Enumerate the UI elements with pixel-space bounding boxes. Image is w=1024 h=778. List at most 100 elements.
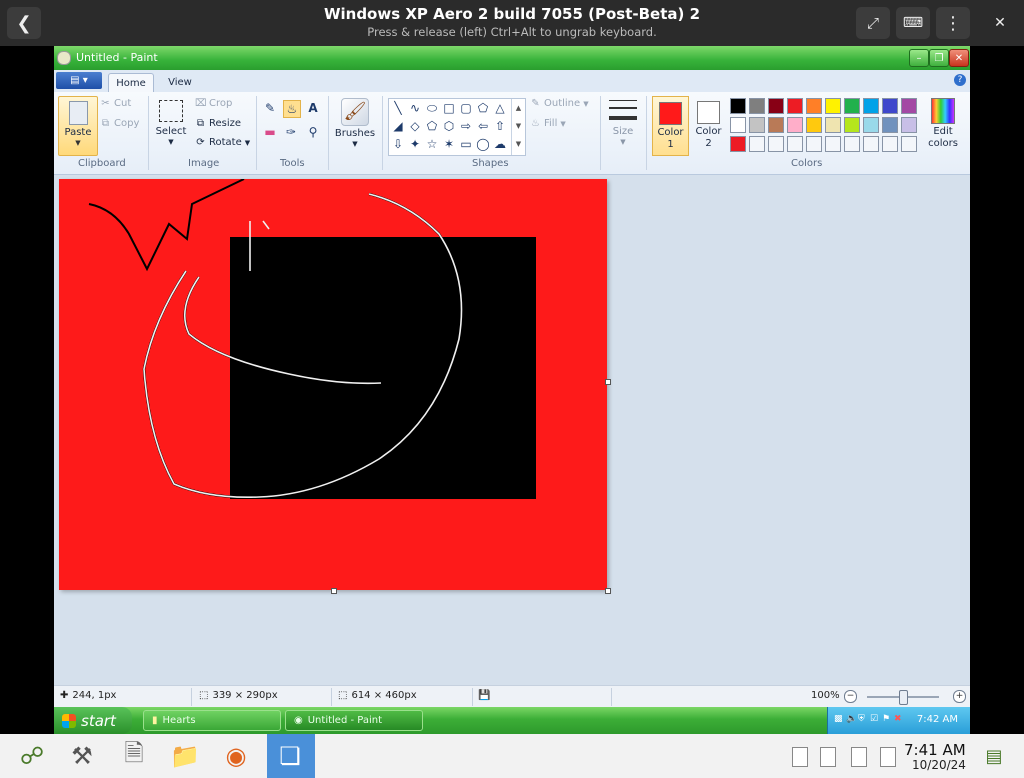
color-picker-icon[interactable]: ✑ [283, 124, 299, 140]
palette-swatch[interactable] [730, 117, 746, 133]
triangle-shape-icon[interactable]: △ [492, 100, 508, 116]
paint-menu-button[interactable]: ▤ ▾ [56, 72, 102, 89]
eraser-icon[interactable]: ▬ [262, 124, 278, 140]
five-point-star-shape-icon[interactable]: ☆ [424, 136, 440, 152]
document-icon[interactable] [820, 747, 836, 767]
shield-icon[interactable]: ⛨ [858, 714, 867, 725]
dock-item-files[interactable]: 📁 [167, 738, 203, 774]
six-point-star-shape-icon[interactable]: ✶ [441, 136, 457, 152]
callout-cloud-shape-icon[interactable]: ☁ [492, 136, 508, 152]
cut-button[interactable]: ✂ Cut [100, 98, 131, 109]
four-point-star-shape-icon[interactable]: ✦ [407, 136, 423, 152]
start-button[interactable]: start [54, 707, 132, 734]
gallery-scroll[interactable]: ▲ ▼ ▼ [511, 99, 525, 155]
tab-home[interactable]: Home [108, 73, 154, 93]
palette-swatch[interactable] [787, 117, 803, 133]
palette-swatch[interactable] [768, 98, 784, 114]
color1-button[interactable]: Color 1 [652, 96, 689, 156]
network-icon[interactable]: ▩ [834, 714, 843, 725]
palette-swatch[interactable] [825, 136, 841, 152]
resize-handle-right[interactable] [605, 379, 611, 385]
document-icon[interactable] [792, 747, 808, 767]
oval-shape-icon[interactable]: ⬭ [424, 100, 440, 116]
security-icon[interactable]: ☑ [870, 714, 879, 725]
resize-handle-bottom[interactable] [331, 588, 337, 594]
dock-item-text-editor[interactable]: 🗎 [116, 738, 152, 774]
edit-colors-button[interactable]: Edit colors [926, 96, 960, 154]
dock-item-boxes[interactable]: ❏ [272, 738, 308, 774]
drawing-canvas[interactable] [59, 179, 607, 590]
palette-swatch[interactable] [844, 136, 860, 152]
keyboard-button[interactable]: ⌨ [896, 7, 930, 39]
zoom-in-icon[interactable]: + [953, 690, 966, 703]
palette-swatch[interactable] [882, 136, 898, 152]
palette-swatch[interactable] [901, 117, 917, 133]
dock-item-settings[interactable]: ⚒ [64, 738, 100, 774]
palette-swatch[interactable] [844, 117, 860, 133]
text-tool-icon[interactable]: A [305, 100, 321, 116]
document-icon[interactable] [880, 747, 896, 767]
palette-swatch[interactable] [825, 117, 841, 133]
palette-swatch[interactable] [806, 117, 822, 133]
up-arrow-shape-icon[interactable]: ⇧ [492, 118, 508, 134]
tray-clock[interactable]: 7:42 AM [917, 714, 958, 725]
dock-item-firefox[interactable]: ◉ [218, 738, 254, 774]
palette-swatch[interactable] [901, 98, 917, 114]
palette-swatch[interactable] [787, 136, 803, 152]
taskbar-item-paint[interactable]: ◉ Untitled - Paint [285, 710, 423, 731]
palette-swatch[interactable] [768, 117, 784, 133]
maximize-button[interactable]: ❐ [929, 49, 949, 67]
paint-app-icon[interactable] [57, 51, 71, 65]
hexagon-shape-icon[interactable]: ⬡ [441, 118, 457, 134]
diamond-shape-icon[interactable]: ◇ [407, 118, 423, 134]
magnifier-icon[interactable]: ⚲ [305, 124, 321, 140]
minimize-button[interactable]: – [909, 49, 929, 67]
palette-swatch[interactable] [863, 98, 879, 114]
rectangle-shape-icon[interactable]: □ [441, 100, 457, 116]
close-button[interactable]: ✕ [983, 7, 1017, 39]
resize-button[interactable]: ⧉ Resize [195, 118, 241, 129]
dock-item-tray[interactable]: ▤ [976, 738, 1012, 774]
fill-bucket-icon[interactable]: ♨ [283, 100, 301, 118]
palette-swatch[interactable] [882, 98, 898, 114]
palette-swatch[interactable] [749, 117, 765, 133]
right-triangle-shape-icon[interactable]: ◢ [390, 118, 406, 134]
right-arrow-shape-icon[interactable]: ⇨ [458, 118, 474, 134]
color2-button[interactable]: Color 2 [691, 96, 726, 154]
palette-swatch[interactable] [863, 136, 879, 152]
palette-swatch[interactable] [901, 136, 917, 152]
pencil-icon[interactable]: ✎ [262, 100, 278, 116]
polygon-shape-icon[interactable]: ⬠ [475, 100, 491, 116]
dock-item-app-launcher[interactable]: ☍ [14, 738, 50, 774]
palette-swatch[interactable] [863, 117, 879, 133]
palette-swatch[interactable] [749, 136, 765, 152]
rotate-button[interactable]: ⟳ Rotate ▼ [195, 137, 250, 148]
document-icon[interactable] [851, 747, 867, 767]
fill-button[interactable]: ♨ Fill ▼ [530, 118, 566, 129]
palette-swatch[interactable] [844, 98, 860, 114]
paste-button[interactable]: Paste ▼ [58, 96, 98, 156]
zoom-out-icon[interactable]: − [844, 690, 857, 703]
network-error-icon[interactable]: ✖ [894, 714, 903, 725]
palette-swatch[interactable] [749, 98, 765, 114]
select-button[interactable]: Select ▼ [154, 98, 188, 150]
pentagon-shape-icon[interactable]: ⬠ [424, 118, 440, 134]
size-button[interactable]: Size ▼ [606, 98, 640, 150]
curve-shape-icon[interactable]: ∿ [407, 100, 423, 116]
palette-swatch[interactable] [825, 98, 841, 114]
palette-swatch[interactable] [730, 136, 746, 152]
menu-button[interactable]: ⋮ [936, 7, 970, 39]
palette-swatch[interactable] [882, 117, 898, 133]
palette-swatch[interactable] [768, 136, 784, 152]
volume-icon[interactable]: 🔈 [846, 714, 857, 725]
paint-close-button[interactable]: ✕ [949, 49, 969, 67]
resize-handle-corner[interactable] [605, 588, 611, 594]
palette-swatch[interactable] [806, 98, 822, 114]
zoom-slider-thumb[interactable] [899, 690, 908, 705]
callout-rect-shape-icon[interactable]: ▭ [458, 136, 474, 152]
brushes-button[interactable]: 🖌 Brushes ▼ [334, 96, 376, 152]
fullscreen-button[interactable]: ⤢ [856, 7, 890, 39]
tab-view[interactable]: View [160, 73, 200, 92]
flag-icon[interactable]: ⚑ [882, 714, 891, 725]
copy-button[interactable]: ⧉ Copy [100, 118, 139, 129]
